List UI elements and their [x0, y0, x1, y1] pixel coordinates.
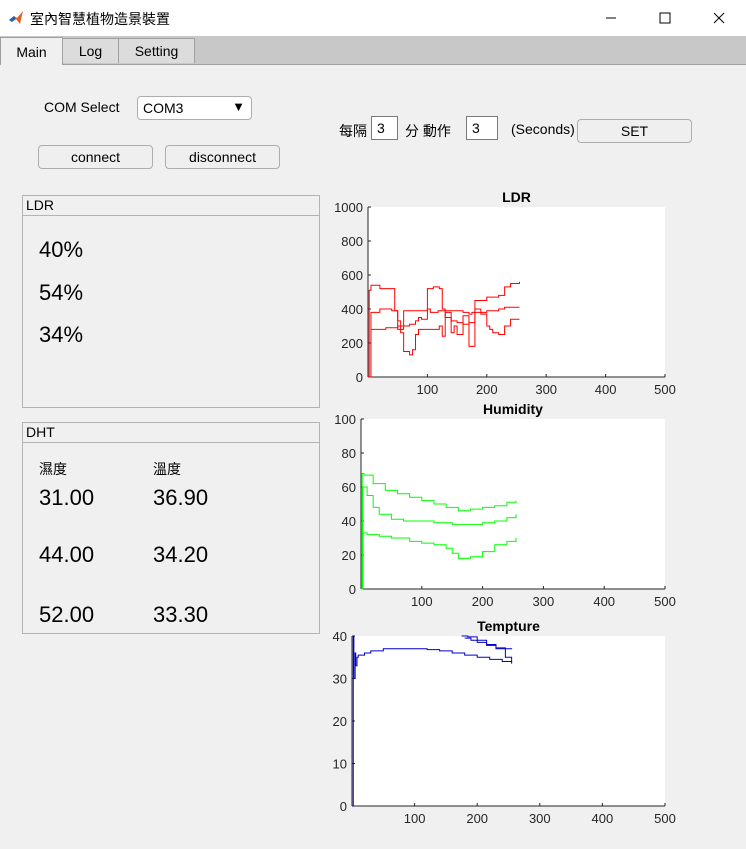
temperature-x-tick-label: 100: [404, 811, 426, 826]
chevron-down-icon: ▼: [232, 99, 245, 114]
temperature-value-1: 36.90: [153, 485, 209, 510]
ldr-panel-title: LDR: [23, 196, 319, 216]
maximize-button[interactable]: [638, 0, 692, 36]
every-label: 每隔: [339, 123, 367, 139]
com-select[interactable]: COM3 ▼: [137, 96, 252, 120]
ldr-x-tick-label: 300: [535, 382, 557, 397]
ldr-y-tick-label: 0: [356, 370, 363, 385]
temperature-header: 溫度: [153, 461, 181, 477]
tab-setting-label: Setting: [134, 43, 179, 59]
ldr-y-tick-label: 200: [341, 336, 363, 351]
ldr-y-tick-label: 1000: [334, 200, 363, 215]
title-bar: 室內智慧植物造景裝置: [0, 0, 746, 36]
ldr-y-tick-label: 800: [341, 234, 363, 249]
maximize-icon: [659, 12, 671, 24]
ldr-x-tick-label: 200: [476, 382, 498, 397]
minute-action-label: 分 動作: [405, 123, 451, 139]
temperature-y-tick-label: 0: [340, 799, 347, 814]
ldr-chart: LDR 100 200 300 400 500 0 200 400 600 800 1000: [334, 189, 676, 397]
ldr-chart-title: LDR: [502, 189, 531, 205]
humidity-value-3: 52.00: [39, 602, 95, 627]
humidity-value-2: 44.00: [39, 542, 95, 567]
tab-setting[interactable]: Setting: [118, 38, 195, 63]
ldr-value-3: 34%: [39, 322, 84, 347]
minimize-icon: [606, 17, 616, 19]
dht-panel: DHT 濕度 溫度 31.00 36.90 44.00 34.20 52.00 …: [22, 422, 320, 634]
temperature-y-tick-label: 20: [333, 714, 347, 729]
tab-log[interactable]: Log: [62, 38, 119, 63]
temperature-x-tick-label: 500: [654, 811, 676, 826]
window-title: 室內智慧植物造景裝置: [30, 11, 170, 27]
ldr-y-tick-label: 600: [341, 268, 363, 283]
humidity-header: 濕度: [39, 461, 67, 477]
humidity-y-tick-label: 0: [349, 582, 356, 597]
temperature-value-3: 33.30: [153, 602, 209, 627]
ldr-x-tick-label: 400: [595, 382, 617, 397]
tab-main-label: Main: [16, 43, 47, 60]
ldr-value-2: 54%: [39, 280, 84, 305]
ldr-x-tick-label: 500: [654, 382, 676, 397]
temperature-x-tick-label: 400: [592, 811, 614, 826]
temperature-x-tick-label: 200: [466, 811, 488, 826]
temperature-y-tick-label: 10: [333, 757, 347, 772]
temperature-x-tick-label: 300: [529, 811, 551, 826]
humidity-x-tick-label: 500: [654, 594, 676, 609]
minimize-button[interactable]: [584, 0, 638, 36]
tab-main[interactable]: Main: [0, 37, 63, 65]
dht-panel-title: DHT: [23, 423, 319, 443]
humidity-x-tick-label: 300: [533, 594, 555, 609]
humidity-x-tick-label: 100: [411, 594, 433, 609]
humidity-plot-area: [361, 419, 665, 589]
set-button[interactable]: SET: [577, 119, 692, 143]
seconds-unit-label: (Seconds): [511, 121, 575, 137]
tab-strip: Main Log Setting: [0, 36, 746, 65]
humidity-y-tick-label: 20: [342, 548, 356, 563]
humidity-x-tick-label: 200: [472, 594, 494, 609]
humidity-chart-title: Humidity: [483, 401, 543, 417]
ldr-x-tick-label: 100: [417, 382, 439, 397]
temperature-value-2: 34.20: [153, 542, 209, 567]
ldr-panel: LDR 40% 54% 34%: [22, 195, 320, 408]
connect-button[interactable]: connect: [38, 145, 153, 169]
humidity-y-tick-label: 40: [342, 514, 356, 529]
disconnect-button[interactable]: disconnect: [165, 145, 280, 169]
com-select-label: COM Select: [44, 99, 120, 115]
tab-log-label: Log: [78, 43, 103, 59]
humidity-x-tick-label: 400: [593, 594, 615, 609]
humidity-chart: Humidity 100 200 300 400 500 0 20 40 60 80 100: [334, 401, 676, 609]
interval-field[interactable]: 3: [371, 116, 398, 140]
action-seconds-field[interactable]: 3: [466, 116, 498, 140]
ldr-value-1: 40%: [39, 237, 84, 262]
humidity-y-tick-label: 60: [342, 480, 356, 495]
matlab-icon: [9, 11, 23, 24]
humidity-y-tick-label: 80: [342, 446, 356, 461]
close-icon: [713, 12, 725, 24]
ldr-y-tick-label: 400: [341, 302, 363, 317]
humidity-y-tick-label: 100: [334, 412, 356, 427]
temperature-chart: Tempture 100 200 300 400 500 0 10 20 30 40: [333, 618, 676, 826]
humidity-value-1: 31.00: [39, 485, 95, 510]
temperature-chart-title: Tempture: [477, 618, 540, 634]
com-select-value: COM3: [143, 100, 184, 116]
temperature-y-tick-label: 30: [333, 672, 347, 687]
temperature-y-tick-label: 40: [333, 629, 347, 644]
close-button[interactable]: [692, 0, 746, 36]
